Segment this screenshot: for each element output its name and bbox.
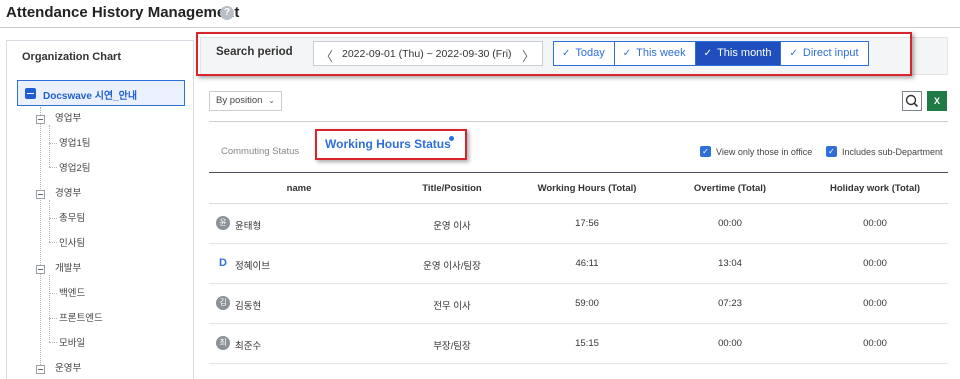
chevron-down-icon: ⌄ <box>268 96 275 105</box>
cell-working-hours: 15:15 <box>575 338 599 349</box>
include-sub-department-label: Includes sub-Department <box>842 147 943 157</box>
tree-connector <box>49 218 57 219</box>
tree-group-dev[interactable]: 개발부 <box>55 261 81 277</box>
tab-commuting-status[interactable]: Commuting Status <box>221 146 299 157</box>
person-name[interactable]: 정혜이브 <box>235 258 270 272</box>
table-top-border <box>209 172 948 173</box>
search-button[interactable] <box>902 91 922 111</box>
cell-holiday-work: 00:00 <box>863 258 887 269</box>
tree-connector <box>49 143 57 144</box>
org-chart-title: Organization Chart <box>22 51 122 63</box>
cell-title: 부장/팀장 <box>433 341 471 352</box>
tree-connector <box>49 275 50 342</box>
person-name[interactable]: 김동현 <box>235 298 261 312</box>
tree-connector <box>49 125 50 167</box>
cell-overtime: 00:00 <box>718 218 742 229</box>
column-header-overtime: Overtime (Total) <box>693 183 767 194</box>
cell-holiday-work: 00:00 <box>863 298 887 309</box>
avatar: 윤 <box>216 216 230 230</box>
view-in-office-checkbox[interactable]: ✓ <box>700 146 711 157</box>
org-root-label: Docswave 시연_안내 <box>43 91 138 102</box>
search-icon <box>905 94 919 108</box>
tree-connector <box>49 242 57 243</box>
position-select-value: By position <box>216 95 263 106</box>
tree-item-mobile[interactable]: 모바일 <box>59 336 85 352</box>
cell-overtime: 00:00 <box>718 338 742 349</box>
page-title: Attendance History Management <box>6 4 240 21</box>
excel-export-button[interactable]: X <box>927 91 947 111</box>
search-period-highlight <box>196 32 912 76</box>
column-header-working-hours: Working Hours (Total) <box>537 183 637 194</box>
tree-item-sales-2[interactable]: 영업2팀 <box>59 161 91 177</box>
cell-working-hours: 46:11 <box>575 258 599 269</box>
cell-title: 운영 이사/팀장 <box>423 261 481 272</box>
collapse-icon[interactable] <box>36 190 45 199</box>
tree-group-management[interactable]: 경영부 <box>55 186 81 202</box>
cell-holiday-work: 00:00 <box>863 338 887 349</box>
position-select[interactable]: By position ⌄ <box>209 91 282 111</box>
help-icon[interactable]: ? <box>220 6 234 20</box>
excel-icon: X <box>933 96 940 106</box>
cell-holiday-work: 00:00 <box>863 218 887 229</box>
divider <box>209 121 948 122</box>
include-sub-department-checkbox[interactable]: ✓ <box>826 146 837 157</box>
cell-working-hours: 59:00 <box>575 298 599 309</box>
avatar: 최 <box>216 336 230 350</box>
avatar: 김 <box>216 296 230 310</box>
tree-item-frontend[interactable]: 프론트엔드 <box>59 311 103 327</box>
collapse-icon[interactable] <box>36 115 45 124</box>
view-in-office-label: View only those in office <box>716 147 813 157</box>
tree-item-backend[interactable]: 백엔드 <box>59 286 85 302</box>
tree-group-sales[interactable]: 영업부 <box>55 111 81 127</box>
tab-highlight <box>315 129 467 160</box>
tree-connector <box>49 342 57 343</box>
row-divider <box>209 283 948 284</box>
org-chart-panel: Organization Chart Docswave 시연_안내 영업부 영업… <box>6 40 194 379</box>
cell-title: 운영 이사 <box>433 221 471 232</box>
org-root-node[interactable]: Docswave 시연_안내 <box>17 80 185 106</box>
tree-connector <box>49 318 57 319</box>
column-header-name: name <box>286 183 312 194</box>
tree-connector <box>49 200 50 242</box>
cell-overtime: 07:23 <box>718 298 742 309</box>
collapse-icon[interactable] <box>36 365 45 374</box>
row-divider <box>209 243 948 244</box>
cell-title: 전무 이사 <box>433 301 471 312</box>
person-name[interactable]: 최준수 <box>235 338 261 352</box>
tree-item-general-affairs[interactable]: 총무팀 <box>59 211 85 227</box>
cell-overtime: 13:04 <box>718 258 742 269</box>
tree-item-sales-1[interactable]: 영업1팀 <box>59 136 91 152</box>
table-header-divider <box>209 203 948 204</box>
page-header: Attendance History Management ? <box>0 0 960 28</box>
tree-connector <box>49 167 57 168</box>
collapse-icon[interactable] <box>25 88 36 99</box>
avatar: D <box>216 256 230 270</box>
tree-connector <box>49 293 57 294</box>
cell-working-hours: 17:56 <box>575 218 599 229</box>
person-name[interactable]: 윤태형 <box>235 218 261 232</box>
tree-group-operations[interactable]: 운영부 <box>55 361 81 377</box>
row-divider <box>209 323 948 324</box>
column-header-holiday-work: Holiday work (Total) <box>829 183 921 194</box>
tree-connector <box>40 107 41 369</box>
collapse-icon[interactable] <box>36 265 45 274</box>
column-header-title: Title/Position <box>422 183 482 194</box>
tree-item-hr[interactable]: 인사팀 <box>59 236 85 252</box>
row-divider <box>209 363 948 364</box>
